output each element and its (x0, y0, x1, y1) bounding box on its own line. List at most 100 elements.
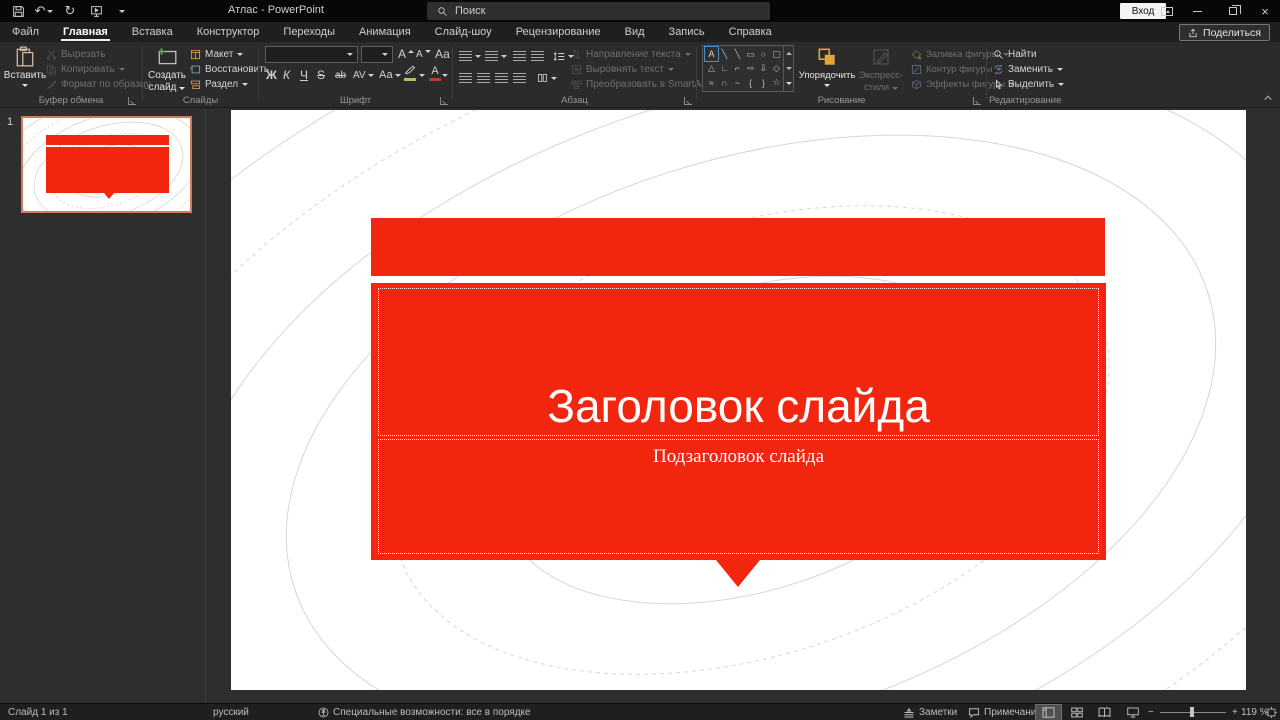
shapes-gallery[interactable]: A ╲ ╲ ▭ ○ ▢ △ ∟ ⌐ ⇨ ⇩ ◇ ≈ ∩ ~ { } ☆ (702, 45, 794, 92)
slide-sorter-view-button[interactable] (1064, 705, 1089, 720)
clipboard-dialog-launcher-icon[interactable] (128, 97, 136, 105)
gallery-scroll-down-icon[interactable] (786, 67, 792, 70)
font-color-button[interactable]: А (429, 65, 441, 81)
slide-counter[interactable]: Слайд 1 из 1 (8, 704, 68, 720)
replace-button[interactable]: Заменить (993, 62, 1063, 77)
shape-scribble-icon[interactable]: ≈ (705, 76, 718, 90)
undo-icon[interactable]: ↶ (36, 3, 52, 19)
shape-left-brace-icon[interactable]: { (744, 76, 757, 90)
shape-elbow-arrow-icon[interactable]: ⌐ (731, 61, 744, 75)
pointer-triangle-shape[interactable] (716, 560, 760, 587)
copy-chevron-icon[interactable] (119, 68, 125, 71)
title-block-shape[interactable]: Заголовок слайда Подзаголовок слайда (371, 283, 1106, 560)
normal-view-button[interactable] (1036, 705, 1061, 720)
gallery-scroll-up-icon[interactable] (786, 52, 792, 55)
title-placeholder[interactable]: Заголовок слайда (378, 288, 1099, 436)
save-icon[interactable] (10, 3, 26, 19)
shape-right-arrow-icon[interactable]: ⇨ (744, 61, 757, 75)
new-slide-button[interactable]: Создать слайд (144, 44, 190, 94)
tab-view[interactable]: Вид (613, 22, 657, 42)
text-direction-button[interactable]: Направление текста (571, 47, 691, 62)
shape-rounded-rectangle-icon[interactable]: ▢ (770, 47, 783, 61)
align-center-button[interactable] (477, 70, 490, 86)
fit-to-window-icon[interactable] (1266, 704, 1277, 720)
tab-file[interactable]: Файл (0, 22, 51, 42)
format-painter-button[interactable]: Формат по образцу (46, 77, 151, 92)
shape-star-icon[interactable]: ☆ (770, 76, 783, 90)
layout-button[interactable]: Макет (190, 47, 243, 62)
quick-styles-button[interactable]: Экспресс- стили (855, 44, 907, 94)
slideshow-view-button[interactable] (1120, 705, 1145, 720)
underline-button[interactable]: Ч (300, 67, 308, 83)
shrink-font-button[interactable]: А (416, 46, 431, 62)
panel-divider[interactable] (205, 108, 206, 703)
highlight-chevron-icon[interactable] (419, 67, 425, 83)
double-strikethrough-button[interactable]: ab (335, 67, 346, 83)
collapse-ribbon-icon[interactable] (1263, 94, 1273, 102)
arrange-button[interactable]: Упорядочить (799, 44, 855, 94)
font-size-combo[interactable] (361, 46, 393, 63)
tab-slideshow[interactable]: Слайд-шоу (423, 22, 504, 42)
clear-formatting-button[interactable]: Аа (435, 46, 450, 62)
language-indicator[interactable]: русский (213, 704, 249, 720)
bold-button[interactable]: Ж (266, 67, 277, 83)
grow-font-button[interactable]: А (398, 46, 414, 62)
start-slideshow-icon[interactable] (88, 3, 104, 19)
section-button[interactable]: Раздел (190, 77, 248, 92)
close-button[interactable]: × (1250, 0, 1280, 22)
notes-button[interactable]: Заметки (903, 704, 957, 720)
restore-button[interactable] (1218, 0, 1248, 22)
undo-chevron-icon[interactable] (47, 10, 53, 13)
shape-arc-icon[interactable]: ∩ (718, 76, 731, 90)
paste-button[interactable]: Вставить (2, 44, 48, 94)
shape-arrow-icon[interactable]: ╲ (731, 47, 744, 61)
shape-rectangle-icon[interactable]: ▭ (744, 47, 757, 61)
slide-canvas[interactable]: Заголовок слайда Подзаголовок слайда (231, 110, 1246, 690)
strikethrough-button[interactable]: S (317, 67, 325, 83)
zoom-out-button[interactable]: − (1148, 704, 1154, 720)
comments-button[interactable]: Примечания (968, 704, 1042, 720)
zoom-in-button[interactable]: + (1232, 704, 1238, 720)
paste-chevron-icon[interactable] (22, 84, 28, 87)
gallery-more-icon[interactable] (786, 82, 792, 85)
tab-transitions[interactable]: Переходы (271, 22, 347, 42)
find-button[interactable]: Найти (993, 47, 1037, 62)
search-box[interactable]: Поиск (427, 2, 770, 20)
shape-right-brace-icon[interactable]: } (757, 76, 770, 90)
title-band-shape[interactable] (371, 218, 1105, 276)
layout-chevron-icon[interactable] (237, 53, 243, 56)
redo-icon[interactable]: ↻ (62, 3, 78, 19)
tab-animations[interactable]: Анимация (347, 22, 423, 42)
shape-triangle-icon[interactable]: △ (705, 61, 718, 75)
change-case-button[interactable]: Аа (379, 67, 401, 83)
italic-button[interactable]: К (283, 67, 290, 83)
shape-textbox-icon[interactable]: A (705, 47, 718, 61)
paragraph-dialog-launcher-icon[interactable] (684, 97, 692, 105)
minimize-button[interactable] (1182, 0, 1212, 22)
tab-review[interactable]: Рецензирование (504, 22, 613, 42)
accessibility-status[interactable]: Специальные возможности: все в порядке (318, 704, 531, 720)
subtitle-placeholder[interactable]: Подзаголовок слайда (378, 439, 1099, 554)
numbering-button[interactable] (485, 48, 507, 64)
increase-indent-button[interactable] (531, 48, 544, 64)
slide-1-thumbnail[interactable] (21, 116, 192, 213)
decrease-indent-button[interactable] (513, 48, 526, 64)
align-left-button[interactable] (459, 70, 472, 86)
customize-qat-chevron-icon[interactable] (114, 3, 130, 19)
drawing-dialog-launcher-icon[interactable] (973, 97, 981, 105)
character-spacing-button[interactable]: AV (353, 67, 374, 83)
zoom-level[interactable]: 119 % (1241, 704, 1269, 720)
columns-button[interactable] (537, 70, 557, 86)
font-color-chevron-icon[interactable] (442, 67, 448, 83)
justify-button[interactable] (513, 70, 526, 86)
bullets-button[interactable] (459, 48, 481, 64)
shapes-gallery-scrollbar[interactable] (783, 46, 793, 91)
font-name-combo[interactable] (265, 46, 358, 63)
tab-record[interactable]: Запись (657, 22, 717, 42)
text-highlight-button[interactable] (404, 65, 416, 81)
shape-oval-icon[interactable]: ○ (757, 47, 770, 61)
font-dialog-launcher-icon[interactable] (440, 97, 448, 105)
ribbon-display-options-icon[interactable] (1152, 0, 1182, 22)
shape-curve-icon[interactable]: ~ (731, 76, 744, 90)
tab-home[interactable]: Главная (51, 22, 120, 42)
